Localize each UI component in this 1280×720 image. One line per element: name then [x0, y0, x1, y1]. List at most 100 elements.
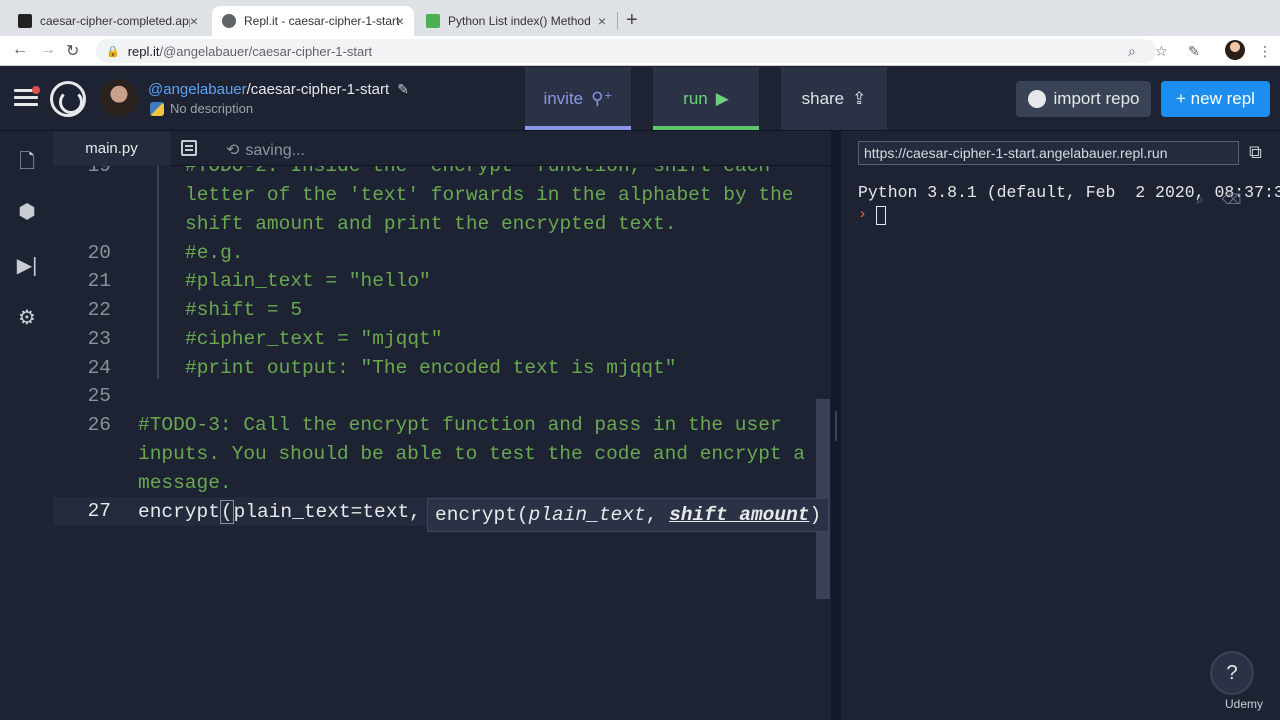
- browser-tab-bar: caesar-cipher-completed.appbre × Repl.it…: [0, 0, 1280, 36]
- url-omnibox[interactable]: 🔒 repl.it /@angelabauer/caesar-cipher-1-…: [96, 39, 1156, 63]
- user-avatar[interactable]: [100, 79, 138, 117]
- edit-pencil-icon[interactable]: ✎: [397, 81, 409, 97]
- indent-guide: [157, 166, 159, 379]
- line-number: 26: [87, 414, 111, 436]
- url-host: repl.it: [127, 43, 160, 59]
- packages-cube-icon[interactable]: ⬢: [15, 199, 39, 224]
- search-icon[interactable]: ⌕: [1196, 191, 1204, 207]
- tab-close-icon[interactable]: ×: [190, 13, 198, 29]
- code-token-args: plain_text=text,: [233, 501, 433, 523]
- code-line: #cipher_text = "mjqqt": [185, 328, 443, 350]
- hint-param: plain_text: [528, 504, 646, 526]
- code-token-func: encrypt: [138, 501, 220, 523]
- tab-close-icon[interactable]: ×: [396, 13, 404, 29]
- share-icon: ⇪: [852, 88, 867, 108]
- replit-logo-icon[interactable]: [50, 81, 86, 117]
- debugger-step-icon[interactable]: ▶|: [15, 253, 39, 278]
- history-icon: ⟲: [226, 142, 240, 159]
- code-line: #print output: "The encoded text is mjqq…: [185, 357, 677, 379]
- code-line: #plain_text = "hello": [185, 270, 431, 292]
- tab-title: Repl.it - caesar-cipher-1-start: [244, 14, 400, 28]
- save-status: ⟲ saving...: [226, 140, 305, 160]
- url-path: /@angelabauer/caesar-cipher-1-start: [159, 43, 373, 59]
- open-in-new-tab-icon[interactable]: ⧉: [1249, 142, 1262, 163]
- matched-paren: (: [219, 500, 234, 524]
- code-line-current: encrypt(plain_text=text, ): [138, 500, 447, 524]
- code-line: #TODO-2: Inside the 'encrypt' function, …: [185, 166, 771, 177]
- code-line: #TODO-3: Call the encrypt function and p…: [138, 414, 782, 436]
- bookmark-star-icon[interactable]: ☆: [1155, 43, 1168, 60]
- run-button[interactable]: run ▶: [653, 67, 759, 130]
- back-arrow-icon[interactable]: ←: [12, 41, 28, 59]
- tab-separator: [617, 12, 618, 30]
- code-editor-pane: main.py ⟲ saving... 19 #TODO-2: Inside th…: [53, 131, 831, 720]
- run-underline: [653, 126, 759, 130]
- save-status-text: saving...: [245, 142, 305, 159]
- new-tab-button[interactable]: +: [626, 9, 638, 32]
- files-icon[interactable]: 🗋: [15, 147, 39, 181]
- tab-title: Python List index() Method: [448, 14, 591, 28]
- forward-arrow-icon[interactable]: →: [40, 41, 56, 59]
- left-sidebar: 🗋 ⬢ ▶| ⚙: [0, 131, 53, 720]
- line-number: 24: [87, 357, 111, 379]
- share-label: share: [801, 88, 845, 108]
- console-pane: https://caesar-cipher-1-start.angelabaue…: [841, 131, 1280, 720]
- code-line: letter of the 'text' forwards in the alp…: [185, 184, 794, 206]
- line-number: 20: [87, 242, 111, 264]
- browser-tab[interactable]: caesar-cipher-completed.appbre ×: [8, 6, 208, 36]
- repl-header: @angelabauer/caesar-cipher-1-start ✎ No d…: [0, 67, 1280, 131]
- repl-url-field[interactable]: https://caesar-cipher-1-start.angelabaue…: [858, 141, 1239, 165]
- line-number: 22: [87, 299, 111, 321]
- code-line: shift amount and print the encrypted tex…: [185, 213, 677, 235]
- zoom-icon[interactable]: ⌕: [1128, 43, 1136, 60]
- repl-description[interactable]: No description: [150, 101, 253, 116]
- description-text: No description: [170, 101, 254, 116]
- console-prompt: ›: [858, 206, 868, 223]
- hint-close: ): [809, 504, 822, 526]
- repl-name: /caesar-cipher-1-start: [246, 81, 390, 98]
- browser-tab[interactable]: Python List index() Method ×: [416, 6, 616, 36]
- console-tools: ⌕ ⌫: [1196, 191, 1242, 208]
- tab-close-icon[interactable]: ×: [598, 13, 606, 29]
- extension-icon[interactable]: ✎: [1188, 43, 1200, 60]
- repl-owner-link[interactable]: @angelabauer: [148, 81, 247, 98]
- address-bar: ← → ↻ 🔒 repl.it /@angelabauer/caesar-cip…: [0, 36, 1280, 66]
- invite-button[interactable]: invite ⚲⁺: [525, 67, 631, 130]
- play-icon: ▶: [715, 88, 729, 108]
- share-button[interactable]: share ⇪: [781, 67, 887, 130]
- line-number: 23: [87, 328, 111, 350]
- reload-icon[interactable]: ↻: [66, 41, 79, 61]
- browser-tab-active[interactable]: Repl.it - caesar-cipher-1-start ×: [212, 6, 414, 36]
- help-button[interactable]: ?: [1210, 651, 1254, 695]
- format-icon[interactable]: [181, 140, 197, 156]
- new-repl-button[interactable]: + new repl: [1161, 81, 1270, 117]
- editor-tab-bar: main.py ⟲ saving...: [53, 131, 831, 166]
- invite-label: invite: [543, 88, 584, 108]
- tab-title: caesar-cipher-completed.appbre: [40, 14, 190, 28]
- notification-dot: [32, 86, 40, 94]
- lock-icon: 🔒: [106, 45, 120, 58]
- code-line: message.: [138, 472, 232, 494]
- hint-active-param: shift_amount: [669, 504, 810, 526]
- pane-splitter[interactable]: [831, 131, 841, 720]
- clear-console-icon[interactable]: ⌫: [1222, 191, 1242, 207]
- signature-hint-tooltip: encrypt(plain_text, shift_amount): [427, 498, 830, 532]
- repl-title: @angelabauer/caesar-cipher-1-start ✎: [148, 81, 409, 98]
- profile-avatar[interactable]: [1225, 40, 1245, 60]
- settings-gear-icon[interactable]: ⚙: [15, 305, 39, 330]
- hint-func: encrypt(: [435, 504, 529, 526]
- console-cursor[interactable]: [876, 206, 886, 225]
- code-area[interactable]: 19 #TODO-2: Inside the 'encrypt' functio…: [53, 166, 831, 720]
- appbrewery-favicon-icon: [18, 14, 32, 28]
- invite-underline: [525, 126, 631, 130]
- code-line: #e.g.: [185, 242, 244, 264]
- add-user-icon: ⚲⁺: [591, 88, 613, 108]
- hint-sep: ,: [645, 504, 670, 526]
- line-number: 25: [87, 385, 111, 407]
- file-tab-main-py[interactable]: main.py: [53, 131, 170, 166]
- github-icon: [1027, 90, 1046, 108]
- run-label: run: [683, 88, 708, 108]
- import-repo-button[interactable]: import repo: [1016, 81, 1151, 117]
- browser-menu-icon[interactable]: ⋮: [1258, 43, 1272, 60]
- line-number-current: 27: [87, 500, 111, 522]
